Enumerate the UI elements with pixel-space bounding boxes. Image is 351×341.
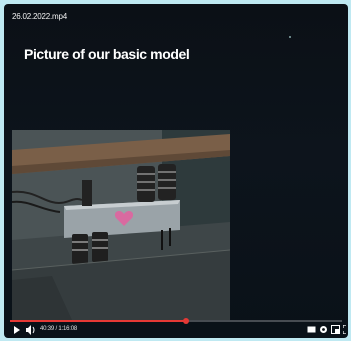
video-filename: 26.02.2022.mp4 <box>12 12 68 21</box>
slide-title: Picture of our basic model <box>24 46 190 62</box>
miniplayer-icon[interactable] <box>331 325 340 334</box>
settings-icon[interactable] <box>319 325 328 334</box>
stray-dot <box>289 36 291 38</box>
time-display: 40:39 / 1:16:08 <box>40 326 78 332</box>
model-photo <box>12 130 230 320</box>
fullscreen-icon[interactable] <box>343 325 348 334</box>
captions-icon[interactable] <box>307 325 316 334</box>
play-icon[interactable] <box>14 326 20 334</box>
player-controls: 40:39 / 1:16:08 <box>4 322 348 338</box>
video-player[interactable]: 26.02.2022.mp4 Picture of our basic mode… <box>4 4 348 338</box>
volume-icon[interactable] <box>26 325 36 335</box>
